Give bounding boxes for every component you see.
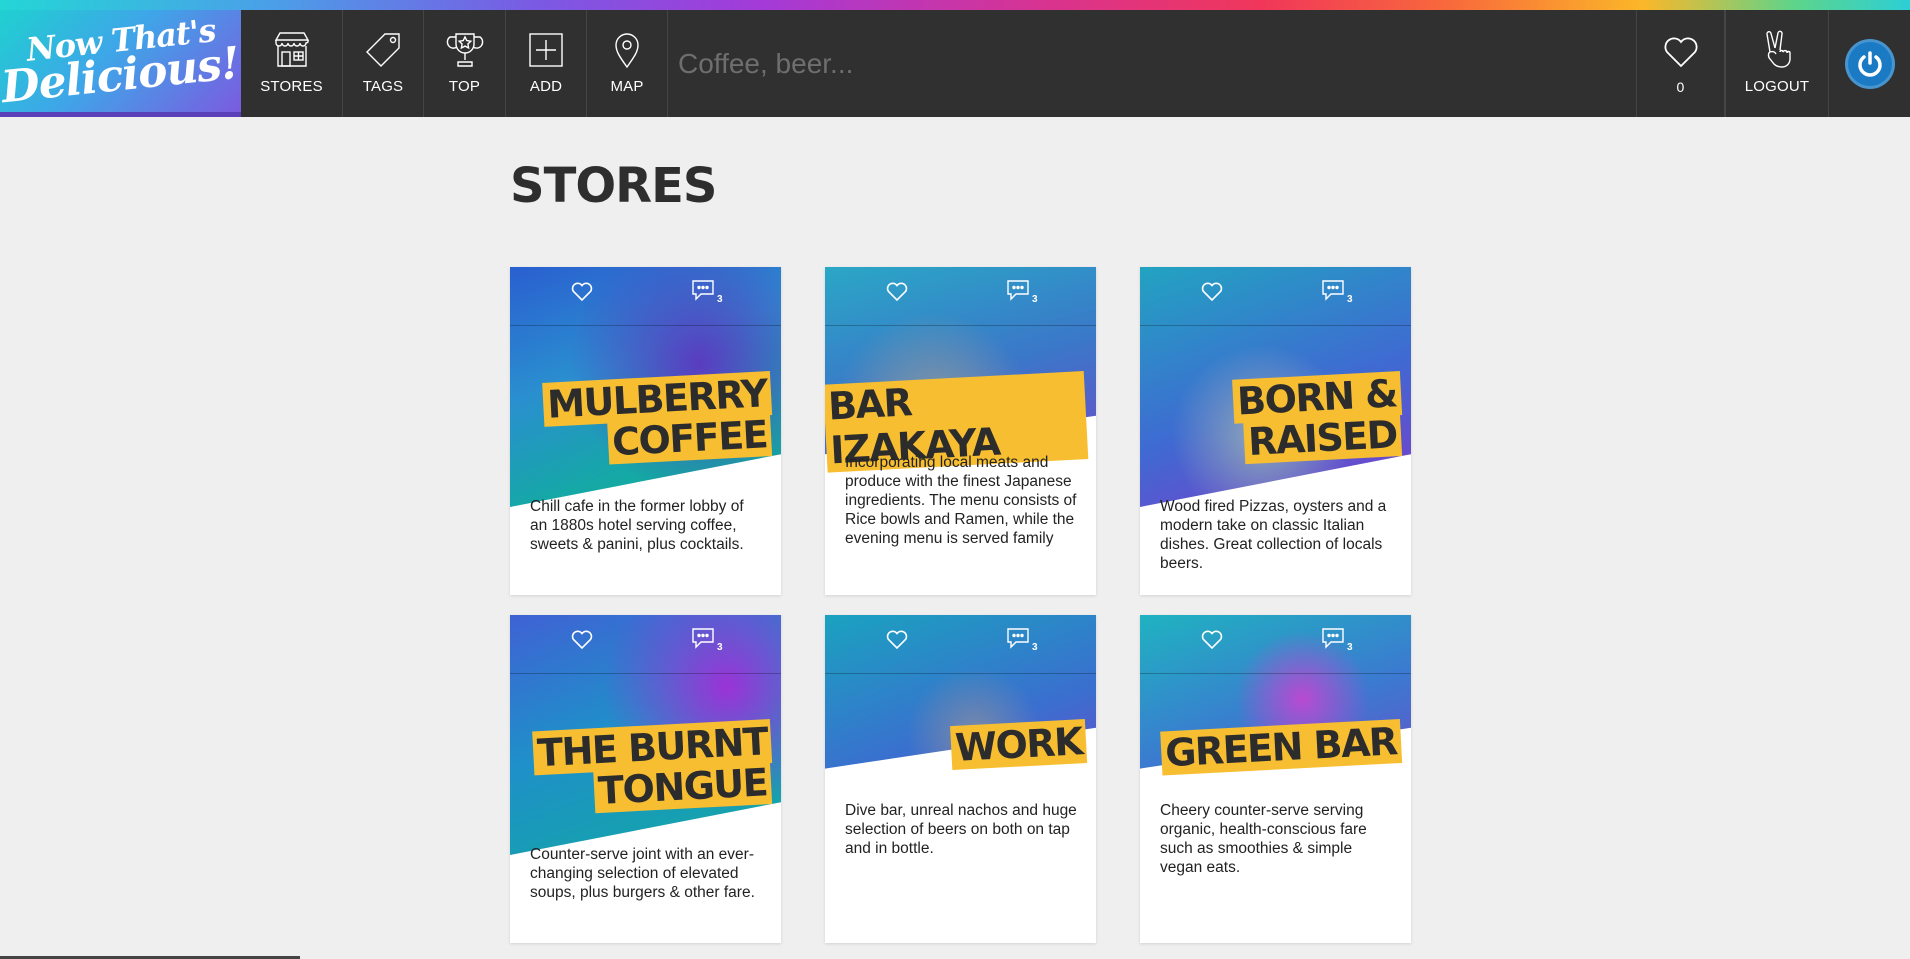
peace-hand-icon [1766, 30, 1791, 68]
nav-logout-label: LOGOUT [1744, 78, 1810, 95]
nav-top-label: TOP [448, 78, 481, 95]
power-icon [1857, 50, 1882, 77]
store-title-line[interactable]: TONGUE [593, 760, 773, 814]
rainbow-top-bar [0, 0, 1910, 10]
heart-icon[interactable] [570, 627, 594, 651]
search-input[interactable] [678, 47, 1278, 80]
comments-count: 3 [1032, 294, 1038, 305]
comments-count: 3 [717, 642, 723, 653]
nav-hearts[interactable]: 0 [1636, 10, 1725, 117]
heart-icon [1664, 37, 1697, 68]
store-title: THE BURNT TONGUE [531, 719, 773, 814]
page-title: STORES [510, 158, 717, 214]
heart-icon[interactable] [885, 279, 909, 303]
top-navbar: Now That's Delicious! STORES TAGS TOP AD… [0, 10, 1910, 117]
site-logo[interactable]: Now That's Delicious! [0, 10, 242, 117]
comments-link[interactable]: 3 [1321, 279, 1361, 307]
store-card: 3 MULBERRY COFFEE Chill cafe in the form… [510, 267, 781, 595]
store-title-line[interactable]: COFFEE [607, 412, 773, 465]
heart-icon[interactable] [1200, 279, 1224, 303]
comment-icon [1322, 628, 1344, 649]
comment-icon [1007, 280, 1029, 301]
comment-icon [1007, 628, 1029, 649]
store-title: BAR IZAKAYA [825, 371, 1089, 473]
comments-link[interactable]: 3 [1006, 627, 1046, 655]
store-card: 3 WORK Dive bar, unreal nachos and huge … [825, 615, 1096, 943]
store-title-line[interactable]: WORK [950, 719, 1088, 771]
hearts-count: 0 [1676, 79, 1685, 95]
store-icon [274, 32, 309, 67]
nav-logout[interactable]: LOGOUT [1725, 10, 1829, 117]
hero-divider [1140, 325, 1411, 326]
comment-icon [1322, 280, 1344, 301]
comments-count: 3 [1032, 642, 1038, 653]
store-card: 3 BAR IZAKAYA Incorporating local meats … [825, 267, 1096, 595]
nav-top[interactable]: TOP [424, 10, 506, 117]
nav-add-label: ADD [529, 78, 563, 95]
search-container [668, 10, 1636, 117]
nav-stores-label: STORES [260, 78, 323, 95]
store-description: Chill cafe in the former lobby of an 188… [530, 498, 744, 553]
comments-link[interactable]: 3 [691, 279, 731, 307]
comments-link[interactable]: 3 [691, 627, 731, 655]
heart-icon[interactable] [885, 627, 909, 651]
store-title-line[interactable]: RAISED [1243, 412, 1403, 465]
comment-icon [692, 628, 714, 649]
nav-right-group: 0 LOGOUT [1636, 10, 1910, 117]
store-card: 3 GREEN BAR Cheery counter-serve serving… [1140, 615, 1411, 943]
comments-count: 3 [717, 294, 723, 305]
store-card: 3 THE BURNT TONGUE Counter-serve joint w… [510, 615, 781, 943]
avatar-container [1829, 10, 1910, 117]
comment-icon [692, 280, 714, 301]
trophy-icon [446, 33, 483, 67]
store-description: Cheery counter-serve serving organic, he… [1160, 802, 1367, 876]
store-description: Incorporating local meats and produce wi… [845, 454, 1077, 547]
nav-map[interactable]: MAP [587, 10, 668, 117]
comments-link[interactable]: 3 [1006, 279, 1046, 307]
nav-map-label: MAP [610, 78, 644, 95]
comments-count: 3 [1347, 294, 1353, 305]
store-title: BORN & RAISED [1232, 371, 1403, 465]
add-icon [529, 33, 563, 67]
hero-divider [510, 325, 781, 326]
heart-icon[interactable] [570, 279, 594, 303]
store-title-line[interactable]: GREEN BAR [1160, 719, 1403, 776]
store-title: GREEN BAR [1160, 719, 1403, 776]
hero-divider [825, 673, 1096, 674]
nav-tags-label: TAGS [362, 78, 404, 95]
avatar[interactable] [1844, 38, 1895, 89]
hero-divider [825, 325, 1096, 326]
heart-icon[interactable] [1200, 627, 1224, 651]
nav-add[interactable]: ADD [506, 10, 587, 117]
nav-tags[interactable]: TAGS [343, 10, 424, 117]
store-description: Counter-serve joint with an ever-changin… [530, 846, 755, 901]
store-title: WORK [950, 719, 1088, 771]
map-pin-icon [615, 33, 639, 69]
comments-link[interactable]: 3 [1321, 627, 1361, 655]
comments-count: 3 [1347, 642, 1353, 653]
hero-divider [1140, 673, 1411, 674]
store-card: 3 BORN & RAISED Wood fired Pizzas, oyste… [1140, 267, 1411, 595]
store-description: Wood fired Pizzas, oysters and a modern … [1160, 498, 1387, 572]
store-title: MULBERRY COFFEE [542, 371, 773, 465]
store-description: Dive bar, unreal nachos and huge selecti… [845, 802, 1077, 857]
hero-divider [510, 673, 781, 674]
nav-stores[interactable]: STORES [241, 10, 343, 117]
tag-icon [366, 33, 400, 67]
